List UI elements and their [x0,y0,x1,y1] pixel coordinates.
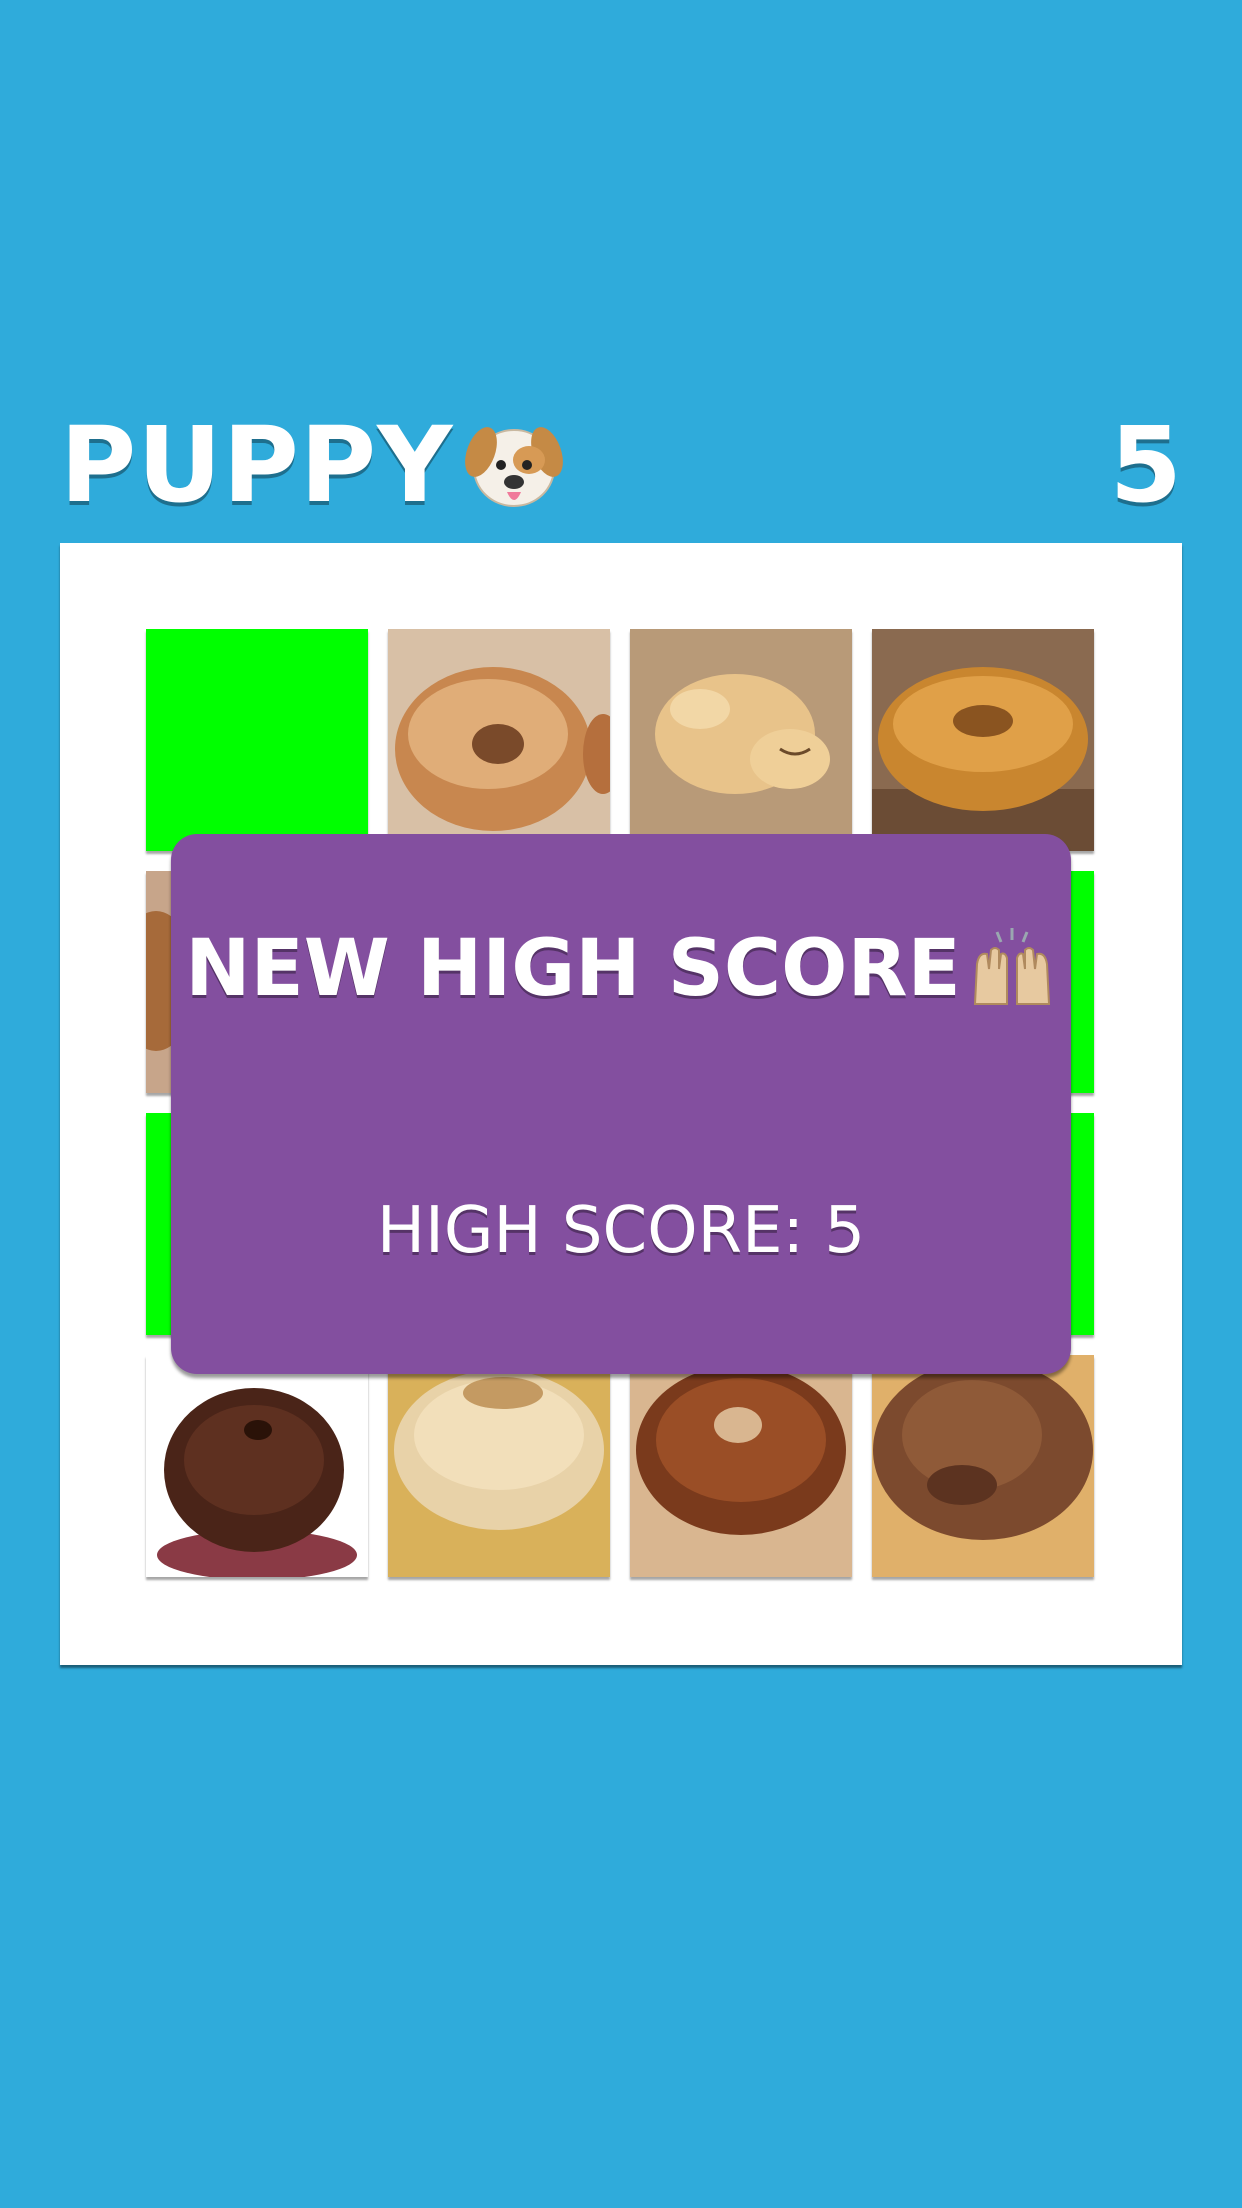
tile-bagel[interactable] [630,1355,852,1577]
tile-bagel[interactable] [872,629,1094,851]
current-score: 5 [1109,404,1182,526]
bagel-image [388,1355,610,1577]
sleeping-puppy-image [630,629,852,851]
tile-puppy[interactable] [630,629,852,851]
raising-hands-icon [973,928,1050,1005]
game-header: PUPPY 5 [60,400,1182,530]
tile-revealed[interactable] [146,629,368,851]
high-score-value: HIGH SCORE: 5 [376,1194,866,1268]
bagel-image [630,1355,852,1577]
bagel-image [388,629,610,851]
dog-face-icon [465,427,564,507]
bagel-image [872,629,1094,851]
new-high-score-text: NEW HIGH SCORE [185,924,961,1014]
new-high-score-heading: NEW HIGH SCORE [171,924,1071,1014]
tile-bagel[interactable] [388,629,610,851]
tile-bagel[interactable] [388,1355,610,1577]
game-title-text: PUPPY [60,404,454,526]
sleeping-dog-image [872,1355,1094,1577]
bagel-image [146,1355,368,1577]
tile-bagel[interactable] [146,1355,368,1577]
tile-puppy[interactable] [872,1355,1094,1577]
high-score-dialog: NEW HIGH SCORE HIGH SCORE: 5 [171,834,1071,1374]
game-title: PUPPY [60,404,569,526]
